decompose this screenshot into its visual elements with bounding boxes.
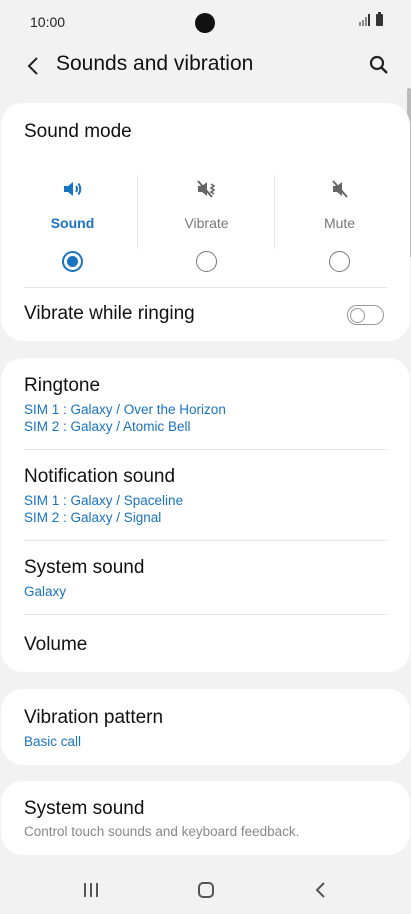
divider [24, 540, 387, 541]
volume-label: Volume [24, 634, 88, 655]
system-sound-label: System sound [24, 557, 145, 578]
vibrate-while-ringing-label: Vibrate while ringing [24, 303, 195, 324]
system-sound-control-label: System sound [24, 798, 145, 819]
back-button[interactable] [20, 52, 48, 80]
home-button[interactable] [191, 878, 221, 902]
sound-label: Sound [50, 215, 95, 231]
ringtone-label: Ringtone [24, 375, 101, 396]
divider [24, 614, 387, 615]
status-bar: 10:00 [0, 0, 411, 46]
divider [24, 287, 387, 288]
battery-icon [376, 12, 383, 26]
chevron-left-icon [27, 57, 38, 75]
notification-sim2: SIM 2 : Galaxy / Signal [24, 510, 162, 525]
status-time: 10:00 [30, 14, 66, 30]
sound-mode-option-mute[interactable]: Mute [272, 173, 407, 303]
notification-sim1: SIM 1 : Galaxy / Spaceline [24, 493, 184, 508]
camera-cutout [195, 13, 215, 33]
page-title: Sounds and vibration [56, 52, 254, 75]
back-icon [315, 882, 325, 898]
sound-mode-option-sound[interactable]: Sound [5, 173, 140, 303]
notification-sound-label: Notification sound [24, 466, 176, 487]
system-sound-control-row[interactable]: System sound Control touch sounds and ke… [1, 781, 410, 855]
signal-icon [359, 14, 370, 26]
app-bar: Sounds and vibration [0, 44, 411, 88]
mute-label: Mute [323, 215, 356, 231]
speaker-icon [63, 182, 81, 196]
system-sound-control-description: Control touch sounds and keyboard feedba… [24, 824, 300, 839]
vibrate-label: Vibrate [184, 215, 229, 231]
tones-card: Ringtone SIM 1 : Galaxy / Over the Horiz… [1, 358, 410, 672]
system-sound-value: Galaxy [24, 584, 67, 599]
sound-mode-title: Sound mode [24, 121, 132, 142]
vibrate-while-ringing-toggle[interactable] [347, 305, 384, 325]
mute-radio[interactable] [329, 251, 350, 272]
vibrate-radio[interactable] [196, 251, 217, 272]
vibration-pattern-value: Basic call [24, 734, 82, 749]
ringtone-sim1: SIM 1 : Galaxy / Over the Horizon [24, 402, 226, 417]
recents-icon [84, 883, 98, 897]
ringtone-sim2: SIM 2 : Galaxy / Atomic Bell [24, 419, 191, 434]
sound-mode-option-vibrate[interactable]: Vibrate [139, 173, 274, 303]
sound-radio[interactable] [62, 251, 83, 272]
navigation-bar [0, 866, 411, 914]
vibrate-icon [196, 180, 215, 198]
status-icons [359, 12, 383, 26]
mute-icon [331, 180, 348, 198]
search-icon [369, 55, 388, 74]
search-button[interactable] [365, 51, 393, 79]
home-icon [198, 882, 214, 898]
vibration-pattern-row[interactable]: Vibration pattern Basic call [1, 689, 410, 765]
recents-button[interactable] [76, 878, 106, 902]
back-nav-button[interactable] [306, 878, 336, 902]
vibration-pattern-label: Vibration pattern [24, 707, 164, 728]
divider [137, 175, 138, 249]
sound-mode-card: Sound mode Sound Vibrate Mute Vibrate wh… [1, 103, 410, 341]
divider [24, 449, 387, 450]
